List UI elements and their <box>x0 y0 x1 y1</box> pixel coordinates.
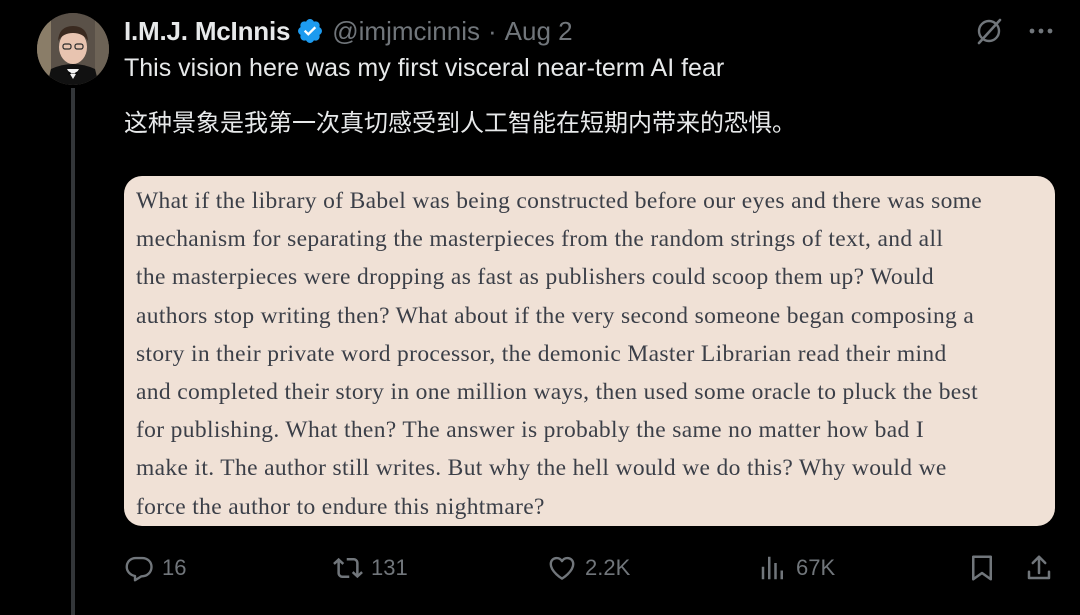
share-button[interactable] <box>1024 548 1054 588</box>
quote-line: story in their private word processor, t… <box>136 340 947 367</box>
bookmark-icon <box>967 553 997 583</box>
repost-button[interactable]: 131 <box>333 548 408 588</box>
grok-icon[interactable] <box>974 16 1004 46</box>
post-text-english: This vision here was my first visceral n… <box>124 54 725 82</box>
views-button[interactable]: 67K <box>758 548 835 588</box>
quote-line: make it. The author still writes. But wh… <box>136 455 947 482</box>
action-bar: 16 131 2.2K 67K <box>124 548 1056 588</box>
repost-icon <box>333 553 363 583</box>
avatar[interactable] <box>37 13 109 85</box>
quote-line: for publishing. What then? The answer is… <box>136 417 925 444</box>
verified-badge-icon <box>296 17 324 45</box>
like-count: 2.2K <box>585 555 631 580</box>
quote-line: authors stop writing then? What about if… <box>136 302 975 329</box>
views-icon <box>758 553 788 583</box>
quote-line: force the author to endure this nightmar… <box>136 493 545 520</box>
more-icon[interactable] <box>1026 16 1056 46</box>
reply-icon <box>124 553 154 583</box>
quote-line: the masterpieces were dropping as fast a… <box>136 264 935 291</box>
reply-button[interactable]: 16 <box>124 548 186 588</box>
quote-line: What if the library of Babel was being c… <box>136 188 983 214</box>
thread-line <box>71 88 75 615</box>
top-actions <box>974 16 1056 46</box>
share-icon <box>1024 553 1054 583</box>
attached-quote-image[interactable]: What if the library of Babel was being c… <box>124 176 1055 526</box>
post-date[interactable]: Aug 2 <box>505 16 573 47</box>
separator-dot: · <box>487 15 497 46</box>
bookmark-button[interactable] <box>967 548 997 588</box>
author-handle[interactable]: @imjmcinnis <box>332 16 480 47</box>
reply-count: 16 <box>162 555 187 580</box>
views-count: 67K <box>796 555 836 580</box>
post-header: I.M.J. McInnis @imjmcinnis · Aug 2 <box>124 14 573 48</box>
quote-line: mechanism for separating the masterpiece… <box>136 226 944 253</box>
repost-count: 131 <box>371 555 408 580</box>
author-name[interactable]: I.M.J. McInnis <box>124 16 290 47</box>
heart-icon <box>547 553 577 583</box>
post-text-chinese: 这种景象是我第一次真切感受到人工智能在短期内带来的恐惧。 <box>124 109 796 137</box>
like-button[interactable]: 2.2K <box>547 548 630 588</box>
quote-line: and completed their story in one million… <box>136 379 978 406</box>
